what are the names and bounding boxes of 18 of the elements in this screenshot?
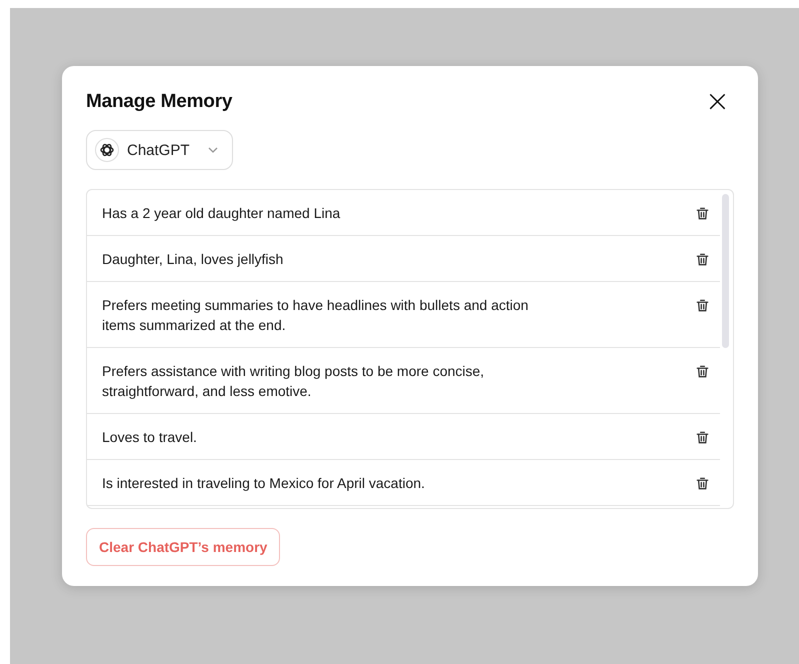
close-button[interactable]: × (700, 88, 734, 116)
trash-icon (695, 430, 710, 444)
memory-text: Is interested in traveling to Mexico for April vacation. (102, 474, 425, 493)
memory-text: Prefers assistance with writing blog posts to be more concise, straightforward, and less emotive. (102, 362, 486, 401)
memory-text: Prefers meeting summaries to have headlines with bullets and action items summarized at the end. (102, 296, 530, 335)
model-dropdown[interactable]: ChatGPT (86, 130, 233, 170)
trash-icon (695, 252, 710, 266)
memory-text: Loves to travel. (102, 428, 197, 447)
logo-icon (95, 138, 119, 162)
memory-text: Daughter, Lina, loves jellyfish (102, 250, 284, 269)
trash-icon (695, 364, 710, 378)
trash-icon (695, 298, 710, 312)
scrollbar-thumb[interactable] (722, 194, 729, 348)
memory-text: Has a 2 year old daughter named Lina (102, 204, 340, 223)
chevron-down-icon (208, 147, 218, 153)
trash-icon (695, 206, 710, 220)
dialog-title: Manage Memory (86, 91, 232, 113)
trash-icon (695, 476, 710, 490)
